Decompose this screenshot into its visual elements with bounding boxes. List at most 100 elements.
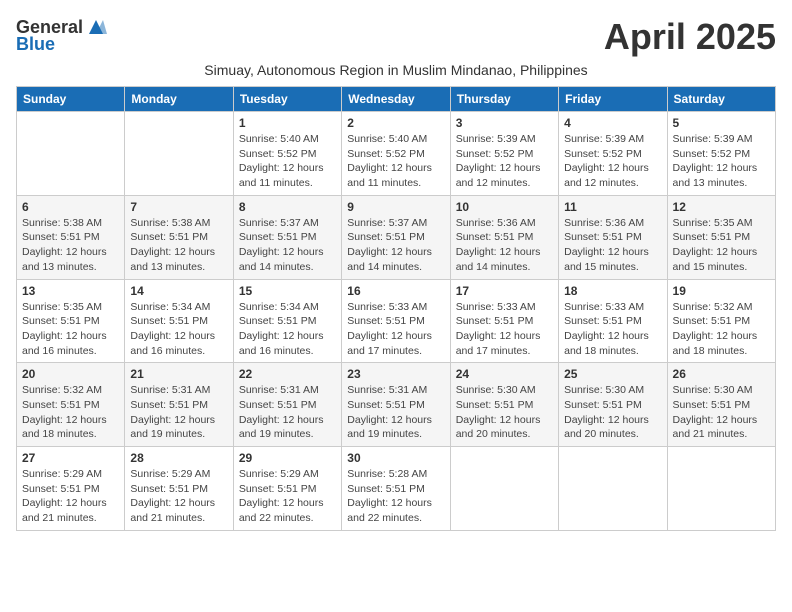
calendar-cell: 3Sunrise: 5:39 AMSunset: 5:52 PMDaylight… — [450, 112, 558, 196]
calendar-cell: 16 Sunrise: 5:33 AMSunset: 5:51 PMDayligh… — [342, 279, 450, 363]
calendar-cell: 25 Sunrise: 5:30 AMSunset: 5:51 PMDayligh… — [559, 363, 667, 447]
day-header-thursday: Thursday — [450, 87, 558, 112]
day-info: Sunrise: 5:36 AMSunset: 5:51 PMDaylight:… — [564, 216, 661, 275]
calendar-cell: 14 Sunrise: 5:34 AMSunset: 5:51 PMDayligh… — [125, 279, 233, 363]
day-info: Sunrise: 5:40 AMSunset: 5:52 PMDaylight:… — [347, 132, 444, 191]
calendar-subtitle: Simuay, Autonomous Region in Muslim Mind… — [16, 62, 776, 78]
calendar-cell: 30 Sunrise: 5:28 AMSunset: 5:51 PMDayligh… — [342, 447, 450, 531]
day-number: 18 — [564, 284, 661, 298]
calendar-cell: 5 Sunrise: 5:39 AMSunset: 5:52 PMDaylight… — [667, 112, 775, 196]
day-info: Sunrise: 5:39 AMSunset: 5:52 PMDaylight:… — [564, 132, 661, 191]
day-number: 2 — [347, 116, 444, 130]
calendar-cell: 7 Sunrise: 5:38 AMSunset: 5:51 PMDaylight… — [125, 195, 233, 279]
day-number: 3 — [456, 116, 553, 130]
day-number: 23 — [347, 367, 444, 381]
day-info: Sunrise: 5:30 AMSunset: 5:51 PMDaylight:… — [673, 383, 770, 442]
calendar-cell — [125, 112, 233, 196]
calendar-cell: 21 Sunrise: 5:31 AMSunset: 5:51 PMDayligh… — [125, 363, 233, 447]
day-info: Sunrise: 5:32 AMSunset: 5:51 PMDaylight:… — [22, 383, 119, 442]
day-number: 26 — [673, 367, 770, 381]
logo-blue-text: Blue — [16, 34, 55, 55]
day-info: Sunrise: 5:37 AMSunset: 5:51 PMDaylight:… — [239, 216, 336, 275]
calendar-cell: 8 Sunrise: 5:37 AMSunset: 5:51 PMDaylight… — [233, 195, 341, 279]
day-number: 16 — [347, 284, 444, 298]
day-info: Sunrise: 5:31 AMSunset: 5:51 PMDaylight:… — [347, 383, 444, 442]
day-number: 15 — [239, 284, 336, 298]
day-header-sunday: Sunday — [17, 87, 125, 112]
calendar-cell: 10 Sunrise: 5:36 AMSunset: 5:51 PMDayligh… — [450, 195, 558, 279]
calendar-cell — [667, 447, 775, 531]
day-number: 24 — [456, 367, 553, 381]
day-header-wednesday: Wednesday — [342, 87, 450, 112]
calendar-cell: 27Sunrise: 5:29 AMSunset: 5:51 PMDayligh… — [17, 447, 125, 531]
day-number: 11 — [564, 200, 661, 214]
calendar-cell: 12 Sunrise: 5:35 AMSunset: 5:51 PMDayligh… — [667, 195, 775, 279]
calendar-cell: 17 Sunrise: 5:33 AMSunset: 5:51 PMDayligh… — [450, 279, 558, 363]
calendar-cell: 22 Sunrise: 5:31 AMSunset: 5:51 PMDayligh… — [233, 363, 341, 447]
day-number: 17 — [456, 284, 553, 298]
logo-icon — [85, 16, 107, 38]
calendar-cell: 26 Sunrise: 5:30 AMSunset: 5:51 PMDayligh… — [667, 363, 775, 447]
day-header-friday: Friday — [559, 87, 667, 112]
calendar-cell: 19 Sunrise: 5:32 AMSunset: 5:51 PMDayligh… — [667, 279, 775, 363]
day-info: Sunrise: 5:30 AMSunset: 5:51 PMDaylight:… — [564, 383, 661, 442]
logo: General Blue — [16, 16, 107, 55]
day-info: Sunrise: 5:38 AMSunset: 5:51 PMDaylight:… — [22, 216, 119, 275]
calendar-cell: 20 Sunrise: 5:32 AMSunset: 5:51 PMDayligh… — [17, 363, 125, 447]
day-number: 8 — [239, 200, 336, 214]
calendar-cell: 6 Sunrise: 5:38 AMSunset: 5:51 PMDaylight… — [17, 195, 125, 279]
day-info: Sunrise: 5:32 AMSunset: 5:51 PMDaylight:… — [673, 300, 770, 359]
calendar-cell: 2 Sunrise: 5:40 AMSunset: 5:52 PMDaylight… — [342, 112, 450, 196]
day-info: Sunrise: 5:33 AMSunset: 5:51 PMDaylight:… — [564, 300, 661, 359]
day-number: 5 — [673, 116, 770, 130]
day-number: 22 — [239, 367, 336, 381]
day-info: Sunrise: 5:39 AMSunset: 5:52 PMDaylight:… — [673, 132, 770, 191]
calendar-cell: 11 Sunrise: 5:36 AMSunset: 5:51 PMDayligh… — [559, 195, 667, 279]
day-number: 28 — [130, 451, 227, 465]
day-number: 13 — [22, 284, 119, 298]
day-header-saturday: Saturday — [667, 87, 775, 112]
day-info: Sunrise: 5:30 AMSunset: 5:51 PMDaylight:… — [456, 383, 553, 442]
day-info: Sunrise: 5:36 AMSunset: 5:51 PMDaylight:… — [456, 216, 553, 275]
day-number: 19 — [673, 284, 770, 298]
day-number: 6 — [22, 200, 119, 214]
day-info: Sunrise: 5:31 AMSunset: 5:51 PMDaylight:… — [130, 383, 227, 442]
calendar-cell: 29 Sunrise: 5:29 AMSunset: 5:51 PMDayligh… — [233, 447, 341, 531]
calendar-cell — [450, 447, 558, 531]
day-number: 25 — [564, 367, 661, 381]
day-header-monday: Monday — [125, 87, 233, 112]
calendar-cell — [17, 112, 125, 196]
calendar-cell: 28 Sunrise: 5:29 AMSunset: 5:51 PMDayligh… — [125, 447, 233, 531]
month-title: April 2025 — [604, 16, 776, 58]
day-number: 14 — [130, 284, 227, 298]
day-number: 7 — [130, 200, 227, 214]
calendar-cell: 18 Sunrise: 5:33 AMSunset: 5:51 PMDayligh… — [559, 279, 667, 363]
day-info: Sunrise: 5:40 AMSunset: 5:52 PMDaylight:… — [239, 132, 336, 191]
day-number: 20 — [22, 367, 119, 381]
day-info: Sunrise: 5:31 AMSunset: 5:51 PMDaylight:… — [239, 383, 336, 442]
day-number: 10 — [456, 200, 553, 214]
day-number: 12 — [673, 200, 770, 214]
day-info: Sunrise: 5:34 AMSunset: 5:51 PMDaylight:… — [130, 300, 227, 359]
calendar-table: SundayMondayTuesdayWednesdayThursdayFrid… — [16, 86, 776, 531]
day-info: Sunrise: 5:38 AMSunset: 5:51 PMDaylight:… — [130, 216, 227, 275]
day-number: 21 — [130, 367, 227, 381]
day-info: Sunrise: 5:33 AMSunset: 5:51 PMDaylight:… — [347, 300, 444, 359]
calendar-cell: 23 Sunrise: 5:31 AMSunset: 5:51 PMDayligh… — [342, 363, 450, 447]
day-header-tuesday: Tuesday — [233, 87, 341, 112]
day-number: 30 — [347, 451, 444, 465]
day-number: 29 — [239, 451, 336, 465]
day-info: Sunrise: 5:28 AMSunset: 5:51 PMDaylight:… — [347, 467, 444, 526]
calendar-cell: 15Sunrise: 5:34 AMSunset: 5:51 PMDayligh… — [233, 279, 341, 363]
day-info: Sunrise: 5:29 AMSunset: 5:51 PMDaylight:… — [239, 467, 336, 526]
day-info: Sunrise: 5:35 AMSunset: 5:51 PMDaylight:… — [673, 216, 770, 275]
calendar-cell — [559, 447, 667, 531]
day-info: Sunrise: 5:29 AMSunset: 5:51 PMDaylight:… — [130, 467, 227, 526]
day-number: 1 — [239, 116, 336, 130]
day-number: 9 — [347, 200, 444, 214]
day-info: Sunrise: 5:33 AMSunset: 5:51 PMDaylight:… — [456, 300, 553, 359]
calendar-cell: 24 Sunrise: 5:30 AMSunset: 5:51 PMDayligh… — [450, 363, 558, 447]
day-info: Sunrise: 5:35 AMSunset: 5:51 PMDaylight:… — [22, 300, 119, 359]
day-info: Sunrise: 5:29 AMSunset: 5:51 PMDaylight:… — [22, 467, 119, 526]
day-info: Sunrise: 5:37 AMSunset: 5:51 PMDaylight:… — [347, 216, 444, 275]
